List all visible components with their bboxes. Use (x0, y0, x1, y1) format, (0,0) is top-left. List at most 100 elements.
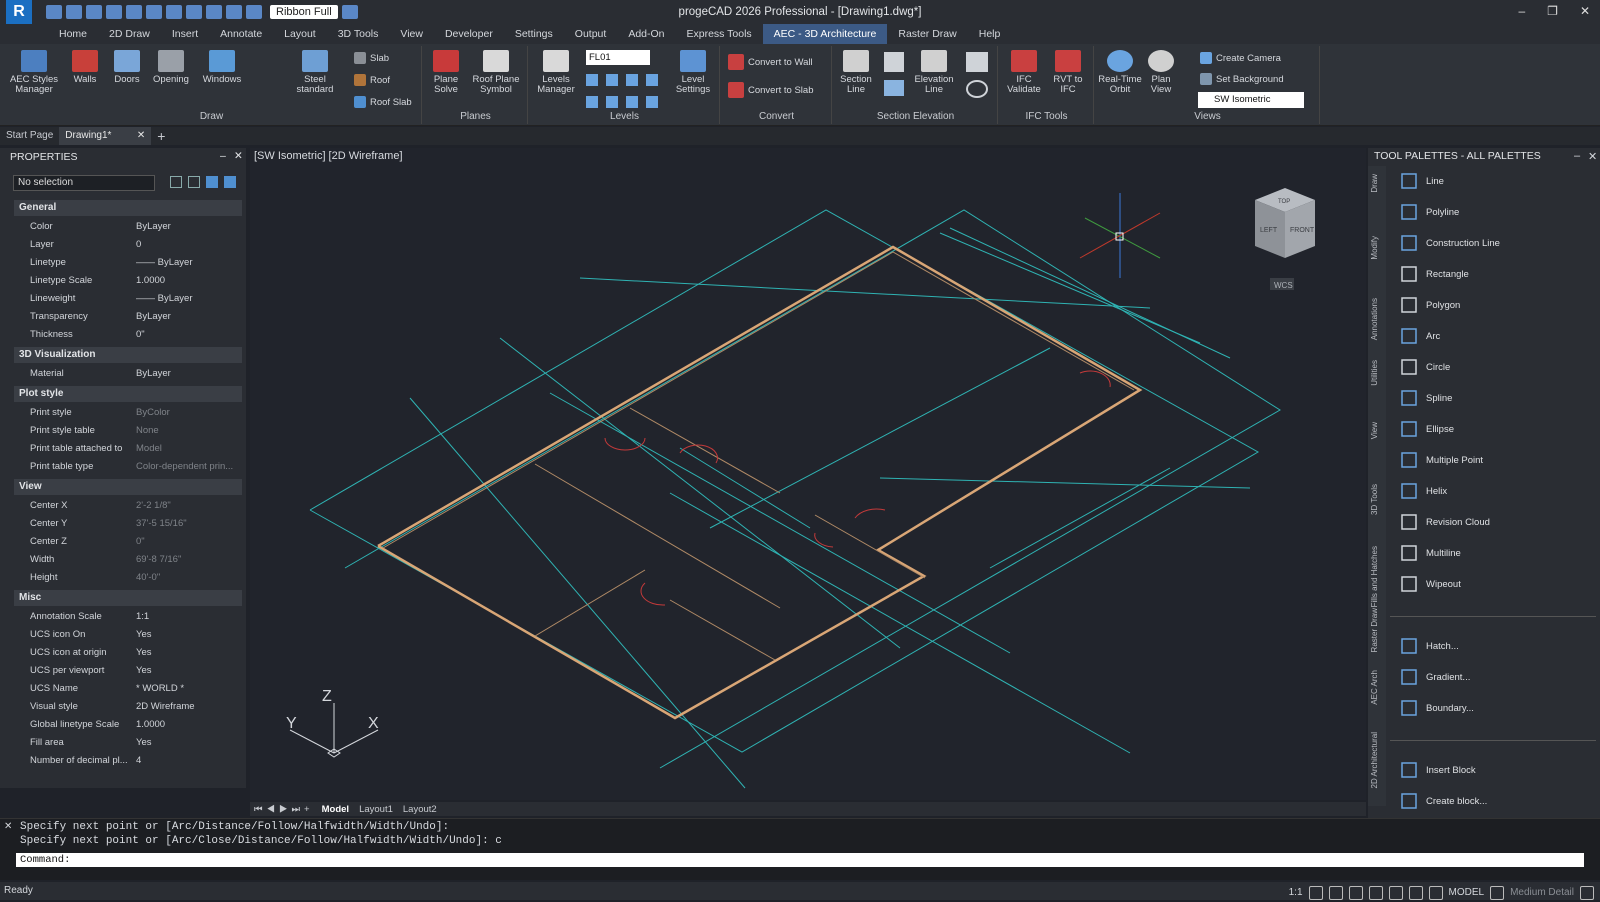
set-background-button[interactable]: Set Background (1200, 73, 1284, 85)
section-line-button[interactable]: Section Line (836, 50, 876, 95)
tool-circle[interactable]: Circle (1398, 354, 1450, 380)
create-camera-button[interactable]: Create Camera (1200, 52, 1281, 64)
ribbon-mode-button[interactable]: Ribbon Full (270, 5, 338, 19)
help-icon[interactable] (246, 5, 262, 19)
close-panel-icon[interactable]: ✕ (234, 150, 243, 162)
tab-insert[interactable]: Insert (161, 24, 209, 44)
prop-value[interactable]: ByLayer (136, 218, 240, 236)
ifc-validate-button[interactable]: IFC Validate (1004, 50, 1044, 95)
tool-gradient-[interactable]: Gradient... (1398, 664, 1470, 690)
tool-wipeout[interactable]: Wipeout (1398, 571, 1461, 597)
app-logo-icon[interactable]: R (6, 0, 32, 24)
tab-raster-draw[interactable]: Raster Draw (887, 24, 967, 44)
workspace-icon[interactable] (341, 5, 358, 19)
prop-value[interactable]: 1:1 (136, 608, 240, 626)
grid-icon[interactable] (1328, 886, 1343, 900)
palette-tab-2[interactable]: Annotations (1370, 298, 1384, 340)
print-preview-icon[interactable] (186, 5, 202, 19)
tab-add-on[interactable]: Add-On (617, 24, 675, 44)
tool-hatch-[interactable]: Hatch... (1398, 633, 1459, 659)
cube-left-label[interactable]: LEFT (1260, 227, 1278, 234)
prop-value[interactable]: Yes (136, 644, 240, 662)
prop-section-3[interactable]: View (14, 479, 242, 495)
tool-revision-cloud[interactable]: Revision Cloud (1398, 509, 1490, 535)
prop-value[interactable]: 0" (136, 326, 240, 344)
windows-button[interactable]: Windows (198, 50, 246, 85)
model-tab[interactable]: Model (322, 804, 349, 815)
prop-row[interactable]: UCS Name * WORLD * (14, 680, 242, 698)
prop-section-0[interactable]: General (14, 200, 242, 216)
tab-annotate[interactable]: Annotate (209, 24, 273, 44)
tool-helix[interactable]: Helix (1398, 478, 1447, 504)
layout1-tab[interactable]: Layout1 (359, 804, 393, 815)
polar-icon[interactable] (1368, 886, 1383, 900)
close-tab-icon[interactable]: ✕ (137, 127, 145, 145)
minimize-button[interactable]: – (1518, 4, 1525, 18)
open-file-icon[interactable] (66, 5, 82, 19)
drawing-viewport[interactable]: [SW Isometric] [2D Wireframe] Z Y X LEFT… (250, 148, 1366, 800)
convert-to-slab-button[interactable]: Convert to Slab (728, 82, 813, 98)
tool-polygon[interactable]: Polygon (1398, 292, 1460, 318)
real-time-orbit-button[interactable]: Real-Time Orbit (1098, 50, 1142, 95)
prop-row[interactable]: Transparency ByLayer (14, 308, 242, 326)
palette-tab-4[interactable]: View (1370, 422, 1384, 439)
prop-row[interactable]: Print style ByColor (14, 404, 242, 422)
prop-row[interactable]: Center Z 0" (14, 533, 242, 551)
drawing-canvas[interactable]: Z Y X LEFT FRONT TOP WCS (250, 148, 1366, 800)
prop-value[interactable]: Yes (136, 734, 240, 752)
prop-row[interactable]: Print style table None (14, 422, 242, 440)
palette-tab-1[interactable]: Modify (1370, 236, 1384, 260)
prop-value[interactable]: 0 (136, 236, 240, 254)
filter-icon[interactable] (224, 176, 236, 188)
palette-tab-9[interactable]: 2D Architectural (1370, 732, 1384, 788)
model-space-status[interactable]: MODEL (1449, 884, 1485, 902)
prop-value[interactable]: Model (136, 440, 240, 458)
command-close-icon[interactable]: ✕ (4, 821, 12, 832)
elevation-line-button[interactable]: Elevation Line (910, 50, 958, 95)
prop-value[interactable]: * WORLD * (136, 680, 240, 698)
level-settings-button[interactable]: Level Settings (670, 50, 716, 95)
prop-row[interactable]: Linetype Scale 1.0000 (14, 272, 242, 290)
tab-settings[interactable]: Settings (504, 24, 564, 44)
close-button[interactable]: ✕ (1580, 4, 1590, 18)
doors-button[interactable]: Doors (108, 50, 146, 85)
tool-create-block-[interactable]: Create block... (1398, 788, 1487, 814)
add-tab-button[interactable]: + (151, 127, 171, 145)
prop-value[interactable]: 69'-8 7/16" (136, 551, 240, 569)
prop-row[interactable]: Center Y 37'-5 15/16" (14, 515, 242, 533)
layout2-tab[interactable]: Layout2 (403, 804, 437, 815)
prop-value[interactable]: ByLayer (136, 365, 240, 383)
prop-row[interactable]: Thickness 0" (14, 326, 242, 344)
tab-help[interactable]: Help (968, 24, 1012, 44)
annotation-scale-status[interactable]: 1:1 (1289, 884, 1303, 902)
aec-styles-manager-button[interactable]: AEC Styles Manager (6, 50, 62, 95)
prop-row[interactable]: UCS icon at origin Yes (14, 644, 242, 662)
osnap-icon[interactable] (1388, 886, 1403, 900)
roof-button[interactable]: Roof (354, 74, 390, 86)
prop-value[interactable]: —— ByLayer (136, 290, 240, 308)
view-select[interactable]: SW Isometric (1198, 92, 1304, 108)
save-as-icon[interactable] (106, 5, 122, 19)
tool-construction-line[interactable]: Construction Line (1398, 230, 1500, 256)
prop-section-2[interactable]: Plot style (14, 386, 242, 402)
elevation-mark-icon[interactable] (966, 80, 988, 98)
tool-rectangle[interactable]: Rectangle (1398, 261, 1469, 287)
prop-row[interactable]: Layer 0 (14, 236, 242, 254)
level-select[interactable]: FL01 (586, 50, 650, 65)
prop-value[interactable]: —— ByLayer (136, 254, 240, 272)
undo-icon[interactable] (126, 5, 142, 19)
prop-value[interactable]: Color-dependent prin... (136, 458, 240, 476)
tool-insert-block[interactable]: Insert Block (1398, 757, 1476, 783)
prop-value[interactable]: Yes (136, 662, 240, 680)
section-tool2-icon[interactable] (884, 80, 904, 96)
detail-level-status[interactable]: Medium Detail (1510, 884, 1574, 902)
palette-tab-6[interactable]: Fills and Hatches (1370, 546, 1384, 607)
wcs-label[interactable]: WCS (1274, 281, 1293, 290)
start-page-tab[interactable]: Start Page (0, 127, 59, 145)
lineweight-icon[interactable] (1428, 886, 1443, 900)
rvt-to-ifc-button[interactable]: RVT to IFC (1048, 50, 1088, 95)
tab-3d-tools[interactable]: 3D Tools (327, 24, 390, 44)
prop-value[interactable]: None (136, 422, 240, 440)
prop-row[interactable]: UCS per viewport Yes (14, 662, 242, 680)
prop-value[interactable]: ByLayer (136, 308, 240, 326)
